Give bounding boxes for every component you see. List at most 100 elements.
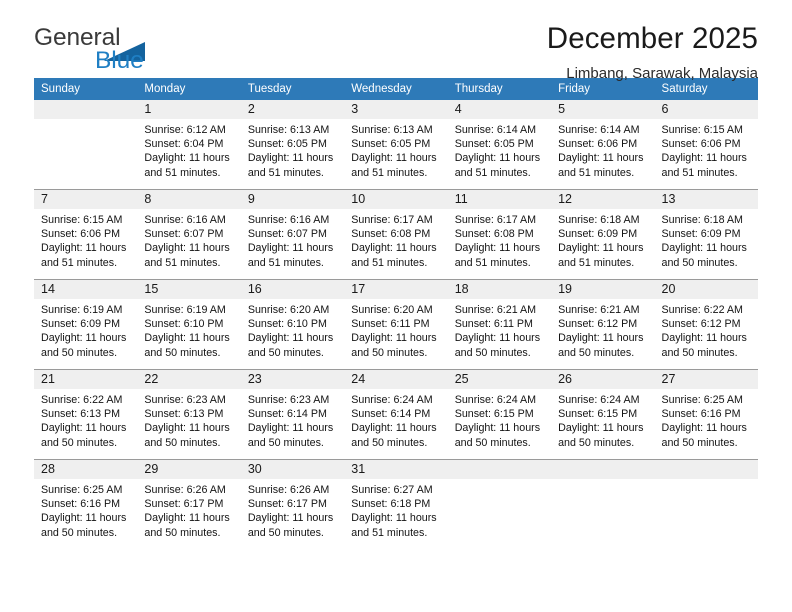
sunrise-line: Sunrise: 6:26 AM [247,484,330,496]
calendar-day-cell[interactable]: 26 Sunrise: 6:24 AM Sunset: 6:15 PM Dayligh… [551,369,655,460]
sunset-line: Sunset: 6:05 PM [247,138,327,151]
day-number: 8 [137,190,241,209]
daylight-line-cont: and 51 minutes. [351,166,428,179]
calendar-day-cell[interactable]: 18 Sunrise: 6:21 AM Sunset: 6:11 PM Dayligh… [447,279,552,370]
sunrise-line: Sunrise: 6:17 AM [351,214,433,226]
calendar-day-cell[interactable]: 28 Sunrise: 6:25 AM Sunset: 6:16 PM Dayligh… [34,459,138,549]
day-cell-inner: 14 Sunrise: 6:19 AM Sunset: 6:09 PM Dayligh… [34,280,138,369]
sunset-line: Sunset: 6:18 PM [351,498,431,511]
calendar-day-cell[interactable]: 2 Sunrise: 6:13 AM Sunset: 6:05 PM Daylight… [240,100,345,190]
day-detail-lines: Sunrise: 6:19 AM Sunset: 6:10 PM Daylight:… [137,299,240,360]
calendar-day-cell[interactable]: 17 Sunrise: 6:20 AM Sunset: 6:11 PM Dayligh… [344,279,448,370]
day-number: 17 [344,280,448,299]
daylight-line: Daylight: 11 hours [661,332,747,345]
calendar-day-cell[interactable]: 21 Sunrise: 6:22 AM Sunset: 6:13 PM Dayligh… [34,369,138,460]
day-cell-inner: 1 Sunrise: 6:12 AM Sunset: 6:04 PM Daylight… [137,100,241,189]
calendar-day-cell[interactable]: 24 Sunrise: 6:24 AM Sunset: 6:14 PM Dayligh… [344,369,448,460]
calendar-day-cell[interactable]: 1 Sunrise: 6:12 AM Sunset: 6:04 PM Daylight… [137,100,241,190]
sunrise-line: Sunrise: 6:18 AM [558,214,640,226]
calendar-day-cell[interactable]: 31 Sunrise: 6:27 AM Sunset: 6:18 PM Dayligh… [344,459,448,549]
calendar-day-cell[interactable]: 19 Sunrise: 6:21 AM Sunset: 6:12 PM Dayligh… [551,279,655,370]
daylight-line-cont: and 51 minutes. [247,256,324,269]
day-cell-inner: 6 Sunrise: 6:15 AM Sunset: 6:06 PM Daylight… [654,100,758,189]
calendar-week-row: 14 Sunrise: 6:19 AM Sunset: 6:09 PM Dayligh… [34,279,758,370]
day-detail-lines: Sunrise: 6:24 AM Sunset: 6:14 PM Daylight:… [344,389,447,450]
calendar-day-cell-empty [551,459,655,549]
day-detail-lines [448,479,551,483]
calendar-day-cell[interactable]: 30 Sunrise: 6:26 AM Sunset: 6:17 PM Dayligh… [240,459,345,549]
daylight-line: Daylight: 11 hours [454,242,541,255]
day-number: 26 [551,370,655,389]
calendar-day-cell[interactable]: 20 Sunrise: 6:22 AM Sunset: 6:12 PM Dayligh… [654,279,758,370]
calendar-day-cell-empty [654,459,758,549]
calendar-day-cell[interactable]: 12 Sunrise: 6:18 AM Sunset: 6:09 PM Dayligh… [551,189,655,280]
day-cell-inner: 7 Sunrise: 6:15 AM Sunset: 6:06 PM Daylight… [34,190,138,279]
daylight-line: Daylight: 11 hours [558,152,644,165]
day-number: 25 [447,370,552,389]
sunset-line: Sunset: 6:06 PM [41,228,121,241]
daylight-line-cont: and 51 minutes. [351,526,428,539]
general-blue-logo[interactable]: General Blue [34,25,214,78]
daylight-line-cont: and 50 minutes. [558,436,635,449]
sunset-line: Sunset: 6:05 PM [454,138,534,151]
daylight-line: Daylight: 11 hours [558,422,644,435]
calendar-day-cell[interactable]: 10 Sunrise: 6:17 AM Sunset: 6:08 PM Dayligh… [344,189,448,280]
day-cell-inner: 28 Sunrise: 6:25 AM Sunset: 6:16 PM Dayligh… [34,460,138,549]
sunrise-line: Sunrise: 6:21 AM [558,304,640,316]
sunset-line: Sunset: 6:13 PM [41,408,121,421]
day-number: 20 [654,280,758,299]
day-cell-inner: 19 Sunrise: 6:21 AM Sunset: 6:12 PM Dayligh… [551,280,655,369]
calendar-day-cell[interactable]: 11 Sunrise: 6:17 AM Sunset: 6:08 PM Dayligh… [447,189,552,280]
sunset-line: Sunset: 6:12 PM [661,318,741,331]
calendar-day-cell[interactable]: 13 Sunrise: 6:18 AM Sunset: 6:09 PM Dayligh… [654,189,758,280]
calendar-day-cell[interactable]: 29 Sunrise: 6:26 AM Sunset: 6:17 PM Dayligh… [137,459,241,549]
daylight-line-cont: and 50 minutes. [41,436,118,449]
daylight-line: Daylight: 11 hours [41,332,127,345]
calendar-day-cell[interactable]: 6 Sunrise: 6:15 AM Sunset: 6:06 PM Daylight… [654,100,758,190]
calendar-day-cell[interactable]: 25 Sunrise: 6:24 AM Sunset: 6:15 PM Dayligh… [447,369,552,460]
calendar-day-cell[interactable]: 16 Sunrise: 6:20 AM Sunset: 6:10 PM Dayligh… [240,279,345,370]
day-cell-inner: 25 Sunrise: 6:24 AM Sunset: 6:15 PM Dayligh… [447,370,552,459]
day-cell-inner: 9 Sunrise: 6:16 AM Sunset: 6:07 PM Daylight… [240,190,345,279]
calendar-day-cell[interactable]: 15 Sunrise: 6:19 AM Sunset: 6:10 PM Dayligh… [137,279,241,370]
calendar-week-row: 21 Sunrise: 6:22 AM Sunset: 6:13 PM Dayligh… [34,369,758,460]
calendar-day-cell[interactable]: 27 Sunrise: 6:25 AM Sunset: 6:16 PM Dayligh… [654,369,758,460]
daylight-line-cont: and 50 minutes. [351,346,428,359]
day-cell-inner: 29 Sunrise: 6:26 AM Sunset: 6:17 PM Dayligh… [137,460,241,549]
day-detail-lines: Sunrise: 6:20 AM Sunset: 6:10 PM Daylight:… [241,299,344,360]
daylight-line-cont: and 50 minutes. [661,346,738,359]
sunrise-line: Sunrise: 6:24 AM [454,394,537,406]
day-number: 18 [447,280,552,299]
day-detail-lines: Sunrise: 6:16 AM Sunset: 6:07 PM Daylight:… [241,209,344,270]
day-cell-inner: 26 Sunrise: 6:24 AM Sunset: 6:15 PM Dayligh… [551,370,655,459]
day-detail-lines: Sunrise: 6:17 AM Sunset: 6:08 PM Daylight:… [448,209,551,270]
calendar-day-cell[interactable]: 14 Sunrise: 6:19 AM Sunset: 6:09 PM Dayligh… [34,279,138,370]
day-cell-inner: 21 Sunrise: 6:22 AM Sunset: 6:13 PM Dayligh… [34,370,138,459]
calendar-day-cell[interactable]: 7 Sunrise: 6:15 AM Sunset: 6:06 PM Daylight… [34,189,138,280]
calendar-day-cell[interactable]: 5 Sunrise: 6:14 AM Sunset: 6:06 PM Daylight… [551,100,655,190]
daylight-line-cont: and 50 minutes. [247,526,324,539]
daylight-line-cont: and 50 minutes. [144,526,221,539]
sunset-line: Sunset: 6:15 PM [558,408,638,421]
sunrise-line: Sunrise: 6:23 AM [144,394,226,406]
daylight-line-cont: and 50 minutes. [41,526,118,539]
day-number: 3 [344,100,448,119]
daylight-line: Daylight: 11 hours [247,242,334,255]
calendar-day-cell[interactable]: 8 Sunrise: 6:16 AM Sunset: 6:07 PM Daylight… [137,189,241,280]
day-number: 24 [344,370,448,389]
page-subtitle: Limbang, Sarawak, Malaysia [566,64,758,82]
title-block: December 2025 Limbang, Sarawak, Malaysia [547,0,758,83]
calendar-day-cell[interactable]: 4 Sunrise: 6:14 AM Sunset: 6:05 PM Daylight… [447,100,552,190]
daylight-line-cont: and 50 minutes. [247,436,324,449]
day-number: 31 [344,460,448,479]
day-number: 28 [34,460,138,479]
calendar-day-cell[interactable]: 3 Sunrise: 6:13 AM Sunset: 6:05 PM Daylight… [344,100,448,190]
day-number: 13 [654,190,758,209]
daylight-line: Daylight: 11 hours [661,422,747,435]
daylight-line: Daylight: 11 hours [454,422,541,435]
calendar-day-cell[interactable]: 23 Sunrise: 6:23 AM Sunset: 6:14 PM Dayligh… [240,369,345,460]
sunrise-line: Sunrise: 6:24 AM [558,394,640,406]
calendar-day-cell[interactable]: 22 Sunrise: 6:23 AM Sunset: 6:13 PM Dayligh… [137,369,241,460]
calendar-day-cell[interactable]: 9 Sunrise: 6:16 AM Sunset: 6:07 PM Daylight… [240,189,345,280]
daylight-line: Daylight: 11 hours [558,332,644,345]
